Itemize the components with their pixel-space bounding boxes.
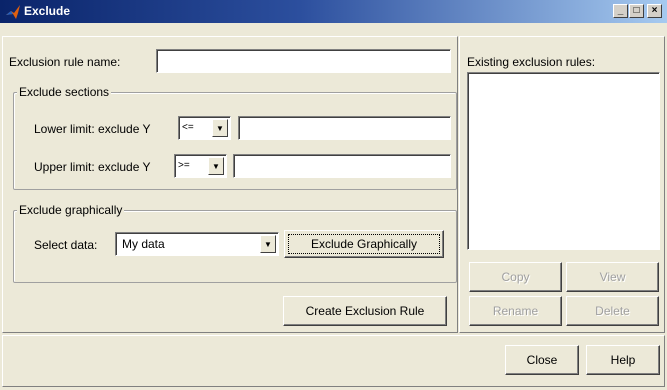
- create-exclusion-rule-button[interactable]: Create Exclusion Rule: [283, 296, 447, 326]
- upper-limit-operator-value: >=: [178, 160, 190, 171]
- title-bar[interactable]: Exclude _ □ ×: [0, 0, 667, 23]
- copy-button[interactable]: Copy: [469, 262, 562, 292]
- exclude-dialog: Exclude _ □ × Exclusion rule name: Exclu…: [0, 0, 667, 390]
- maximize-icon: □: [633, 5, 640, 16]
- exclude-sections-legend: Exclude sections: [17, 85, 112, 99]
- lower-limit-operator-value: <=: [182, 122, 194, 133]
- exclude-graphically-legend: Exclude graphically: [17, 203, 125, 217]
- existing-rules-label: Existing exclusion rules:: [467, 55, 596, 69]
- existing-rules-list[interactable]: [467, 72, 660, 250]
- select-data-value: My data: [122, 237, 165, 251]
- maximize-button[interactable]: □: [629, 4, 644, 18]
- close-icon: ×: [651, 5, 658, 16]
- close-window-button[interactable]: ×: [647, 4, 662, 18]
- select-data-label: Select data:: [34, 238, 98, 252]
- lower-limit-operator-select[interactable]: <= ▼: [178, 116, 231, 140]
- rule-name-input[interactable]: [156, 49, 451, 73]
- select-data-dropdown[interactable]: My data ▼: [115, 232, 279, 256]
- delete-button[interactable]: Delete: [566, 296, 659, 326]
- window-title: Exclude: [24, 4, 71, 18]
- minimize-button[interactable]: _: [613, 4, 628, 18]
- matlab-icon: [6, 5, 20, 19]
- upper-limit-input[interactable]: [233, 154, 451, 178]
- minimize-icon: _: [617, 5, 624, 16]
- help-button[interactable]: Help: [586, 345, 660, 375]
- rule-name-label: Exclusion rule name:: [9, 55, 121, 69]
- view-button[interactable]: View: [566, 262, 659, 292]
- upper-limit-operator-select[interactable]: >= ▼: [174, 154, 227, 178]
- exclude-graphically-button[interactable]: Exclude Graphically: [284, 230, 444, 258]
- chevron-down-icon[interactable]: ▼: [208, 157, 224, 175]
- chevron-down-icon[interactable]: ▼: [260, 235, 276, 253]
- lower-limit-label: Lower limit: exclude Y: [34, 122, 151, 136]
- close-button[interactable]: Close: [505, 345, 579, 375]
- chevron-down-icon[interactable]: ▼: [212, 119, 228, 137]
- upper-limit-label: Upper limit: exclude Y: [34, 160, 151, 174]
- lower-limit-input[interactable]: [238, 116, 451, 140]
- rename-button[interactable]: Rename: [469, 296, 562, 326]
